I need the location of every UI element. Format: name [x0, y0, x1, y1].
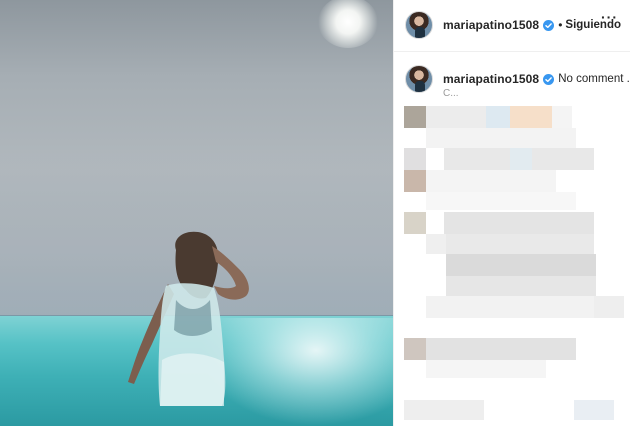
verified-badge-icon [543, 19, 555, 31]
verified-badge-icon [543, 73, 555, 85]
caption-partial-line: C... [443, 88, 459, 99]
woman-silhouette [128, 231, 249, 406]
caption-text: No comment .. [558, 73, 630, 85]
caption-avatar[interactable] [405, 65, 433, 93]
header-divider [394, 51, 630, 52]
more-options-icon[interactable]: ··· [601, 9, 618, 25]
caption-row: mariapatino1508 No comment .. [394, 63, 630, 95]
post-side-panel: mariapatino1508 • Siguiendo ··· mariapat… [393, 0, 630, 426]
author-username[interactable]: mariapatino1508 [443, 18, 539, 32]
pixelated-comments [404, 106, 624, 420]
post-header: mariapatino1508 • Siguiendo [394, 9, 630, 41]
author-avatar[interactable] [405, 11, 433, 39]
caption-username[interactable]: mariapatino1508 [443, 72, 539, 86]
separator-dot: • [558, 18, 563, 32]
post-photo[interactable] [0, 0, 393, 426]
